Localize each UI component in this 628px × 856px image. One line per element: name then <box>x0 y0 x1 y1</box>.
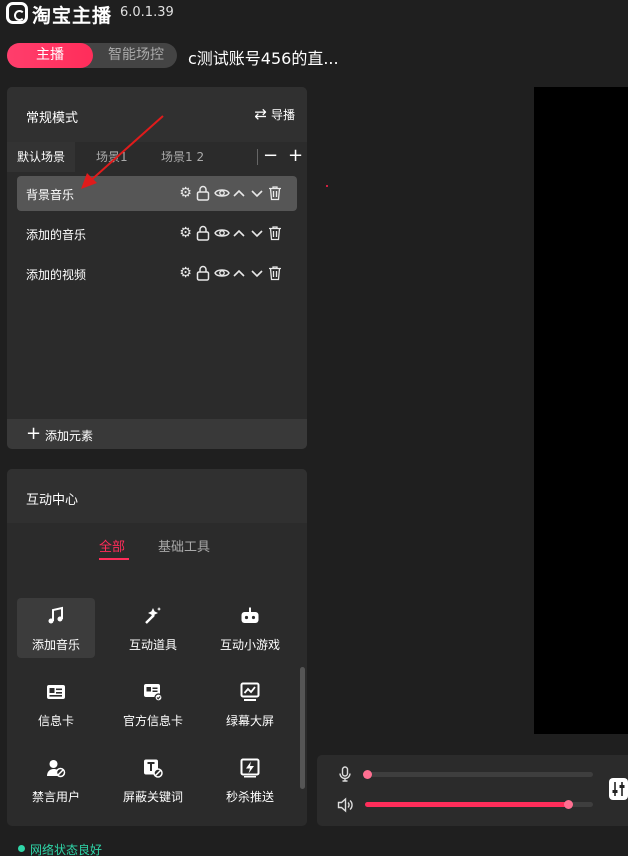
official-info-card-icon <box>144 684 163 702</box>
speaker-icon[interactable] <box>337 797 353 813</box>
app-version: 6.0.1.39 <box>120 5 174 20</box>
tile-flash-sale-push[interactable]: 秒杀推送 <box>211 750 289 810</box>
plus-icon: + <box>26 423 42 444</box>
speaker-volume-slider[interactable] <box>365 800 593 809</box>
anchor-mode-button[interactable]: 主播 <box>7 43 93 68</box>
stream-title[interactable]: c测试账号456的直... <box>188 45 339 69</box>
layer-row-background-music[interactable]: 背景音乐 ⚙ <box>17 176 297 211</box>
lock-icon[interactable] <box>196 185 211 201</box>
remove-scene-button[interactable]: − <box>263 142 278 170</box>
tile-mute-user[interactable]: 禁言用户 <box>17 750 95 810</box>
tile-label: 互动道具 <box>128 638 177 652</box>
trash-icon[interactable] <box>268 265 283 281</box>
green-screen-icon <box>240 682 260 701</box>
trash-icon[interactable] <box>268 185 283 201</box>
tab-scene-1[interactable]: 场景1 <box>96 142 128 172</box>
speaker-volume-fill <box>365 802 568 807</box>
tab-divider <box>257 149 258 165</box>
move-up-chevron-icon[interactable] <box>232 225 247 241</box>
audio-panel <box>317 755 628 826</box>
tile-green-screen[interactable]: 绿幕大屏 <box>211 674 289 734</box>
scrolled-out-label-fragment <box>29 566 69 574</box>
layer-name: 添加的音乐 <box>26 228 87 242</box>
app-name: 淘宝主播 <box>32 5 113 27</box>
mic-volume-knob[interactable] <box>363 770 372 779</box>
network-status-dot <box>18 845 25 852</box>
interaction-center-title: 互动中心 <box>26 493 79 508</box>
game-controller-icon <box>241 607 259 623</box>
layer-row-added-video[interactable]: 添加的视频 ⚙ <box>17 256 297 291</box>
move-up-chevron-icon[interactable] <box>232 185 247 201</box>
magic-props-icon <box>145 607 161 624</box>
move-down-chevron-icon[interactable] <box>250 265 265 281</box>
layer-tools: ⚙ <box>178 265 283 281</box>
layer-row-added-music[interactable]: 添加的音乐 ⚙ <box>17 216 297 251</box>
tab-default-scene[interactable]: 默认场景 <box>7 142 76 172</box>
settings-gear-icon[interactable]: ⚙ <box>178 185 193 201</box>
network-status-text: 网络状态良好 <box>30 843 103 856</box>
layer-tools: ⚙ <box>178 185 283 201</box>
scene-tabs: 默认场景 场景1 场景1 2 − + <box>7 142 307 172</box>
add-scene-button[interactable]: + <box>288 142 303 170</box>
scene-panel: 常规模式 ⇄ 导播 默认场景 场景1 场景1 2 − + 背景音乐 ⚙ 添加的音乐… <box>7 87 307 449</box>
interaction-scrollbar[interactable] <box>300 667 305 789</box>
tile-label: 绿幕大屏 <box>225 714 274 728</box>
switch-arrows-icon: ⇄ <box>254 105 267 123</box>
move-down-chevron-icon[interactable] <box>250 225 265 241</box>
tile-official-info-card[interactable]: 官方信息卡 <box>114 674 192 734</box>
stray-red-dot <box>326 185 328 187</box>
tile-label: 添加音乐 <box>31 638 80 652</box>
director-label: 导播 <box>270 108 295 122</box>
speaker-volume-knob[interactable] <box>564 800 573 809</box>
tile-label: 互动小游戏 <box>219 638 280 652</box>
tab-scene-1-2[interactable]: 场景1 2 <box>161 142 204 172</box>
mute-user-icon <box>47 760 66 778</box>
layer-tools: ⚙ <box>178 225 283 241</box>
add-element-label: 添加元素 <box>45 429 94 443</box>
tab-basic-tools[interactable]: 基础工具 <box>158 536 210 555</box>
move-up-chevron-icon[interactable] <box>232 265 247 281</box>
lock-icon[interactable] <box>196 265 211 281</box>
tile-add-music[interactable]: 添加音乐 <box>17 598 95 658</box>
director-button[interactable]: ⇄ 导播 <box>254 105 295 123</box>
interaction-center-panel: 互动中心 全部 基础工具 添加音乐 互动道具 互动小游戏 信息卡 官方信息卡 绿… <box>7 469 307 826</box>
music-note-icon <box>48 606 63 624</box>
add-element-button[interactable]: + 添加元素 <box>7 419 307 449</box>
tile-label: 信息卡 <box>37 714 74 728</box>
tile-label: 秒杀推送 <box>225 790 274 804</box>
settings-gear-icon[interactable]: ⚙ <box>178 265 193 281</box>
layer-name: 背景音乐 <box>26 188 75 202</box>
info-card-icon <box>47 685 65 699</box>
tile-interactive-props[interactable]: 互动道具 <box>114 598 192 658</box>
mixer-sliders-icon <box>612 782 625 796</box>
layer-name: 添加的视频 <box>26 268 87 282</box>
stream-preview[interactable] <box>534 87 628 734</box>
active-tab-underline <box>99 558 129 560</box>
audio-mixer-button[interactable] <box>609 778 628 800</box>
tile-label: 禁言用户 <box>31 790 80 804</box>
eye-icon[interactable] <box>214 185 230 201</box>
tile-label: 屏蔽关键词 <box>122 790 183 804</box>
tab-all[interactable]: 全部 <box>99 536 125 555</box>
tile-mini-games[interactable]: 互动小游戏 <box>211 598 289 658</box>
tile-block-keywords[interactable]: 屏蔽关键词 <box>114 750 192 810</box>
eye-icon[interactable] <box>214 225 230 241</box>
title-bar: 淘宝主播 6.0.1.39 <box>0 0 628 28</box>
flash-sale-icon <box>240 758 260 778</box>
tile-info-card[interactable]: 信息卡 <box>17 674 95 734</box>
settings-gear-icon[interactable]: ⚙ <box>178 225 193 241</box>
mic-volume-slider[interactable] <box>363 770 593 779</box>
block-keyword-icon <box>144 759 163 778</box>
trash-icon[interactable] <box>268 225 283 241</box>
taobao-live-logo-icon <box>6 2 28 24</box>
eye-icon[interactable] <box>214 265 230 281</box>
lock-icon[interactable] <box>196 225 211 241</box>
tile-label: 官方信息卡 <box>122 714 183 728</box>
microphone-icon[interactable] <box>337 766 353 782</box>
move-down-chevron-icon[interactable] <box>250 185 265 201</box>
scene-mode-label: 常规模式 <box>26 111 79 126</box>
smart-control-mode-button[interactable]: 智能场控 <box>95 43 177 68</box>
mode-toggle: 主播 智能场控 <box>7 43 177 68</box>
